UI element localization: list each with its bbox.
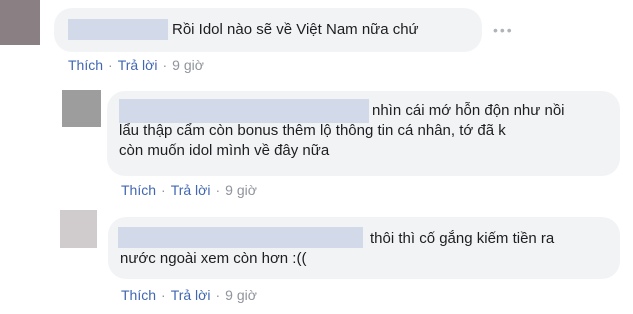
comment-actions: Thích · Trả lời · 9 giờ: [68, 57, 204, 73]
comment-actions: Thích · Trả lời · 9 giờ: [121, 287, 257, 303]
like-link[interactable]: Thích: [121, 287, 156, 303]
comment-bubble: Rồi Idol nào sẽ về Việt Nam nữa chứ: [54, 8, 482, 52]
timestamp[interactable]: 9 giờ: [225, 182, 257, 198]
avatar[interactable]: [60, 210, 97, 248]
more-horizontal-icon[interactable]: •••: [493, 22, 514, 38]
comment-actions: Thích · Trả lời · 9 giờ: [121, 182, 257, 198]
reply-link[interactable]: Trả lời: [171, 182, 211, 198]
reply-link[interactable]: Trả lời: [118, 57, 158, 73]
comment-bubble: thôi thì cố gắng kiếm tiền ra nước ngoài…: [108, 217, 620, 279]
timestamp[interactable]: 9 giờ: [225, 287, 257, 303]
comment-text: Rồi Idol nào sẽ về Việt Nam nữa chứ: [172, 21, 419, 38]
avatar[interactable]: [62, 90, 101, 127]
separator: ·: [161, 182, 166, 198]
avatar[interactable]: [0, 0, 40, 45]
comment-text: thôi thì cố gắng kiếm tiền ra nước ngoài…: [120, 230, 555, 267]
comment-bubble: nhìn cái mớ hỗn độn như nồi lẩu thập cẩm…: [107, 91, 620, 176]
reply-link[interactable]: Trả lời: [171, 287, 211, 303]
comment-text: nhìn cái mớ hỗn độn như nồi lẩu thập cẩm…: [119, 102, 565, 159]
separator: ·: [215, 182, 221, 198]
like-link[interactable]: Thích: [68, 57, 103, 73]
separator: ·: [162, 57, 168, 73]
like-link[interactable]: Thích: [121, 182, 156, 198]
separator: ·: [108, 57, 113, 73]
commenter-name[interactable]: [68, 19, 168, 40]
separator: ·: [161, 287, 166, 303]
separator: ·: [215, 287, 221, 303]
timestamp[interactable]: 9 giờ: [172, 57, 204, 73]
